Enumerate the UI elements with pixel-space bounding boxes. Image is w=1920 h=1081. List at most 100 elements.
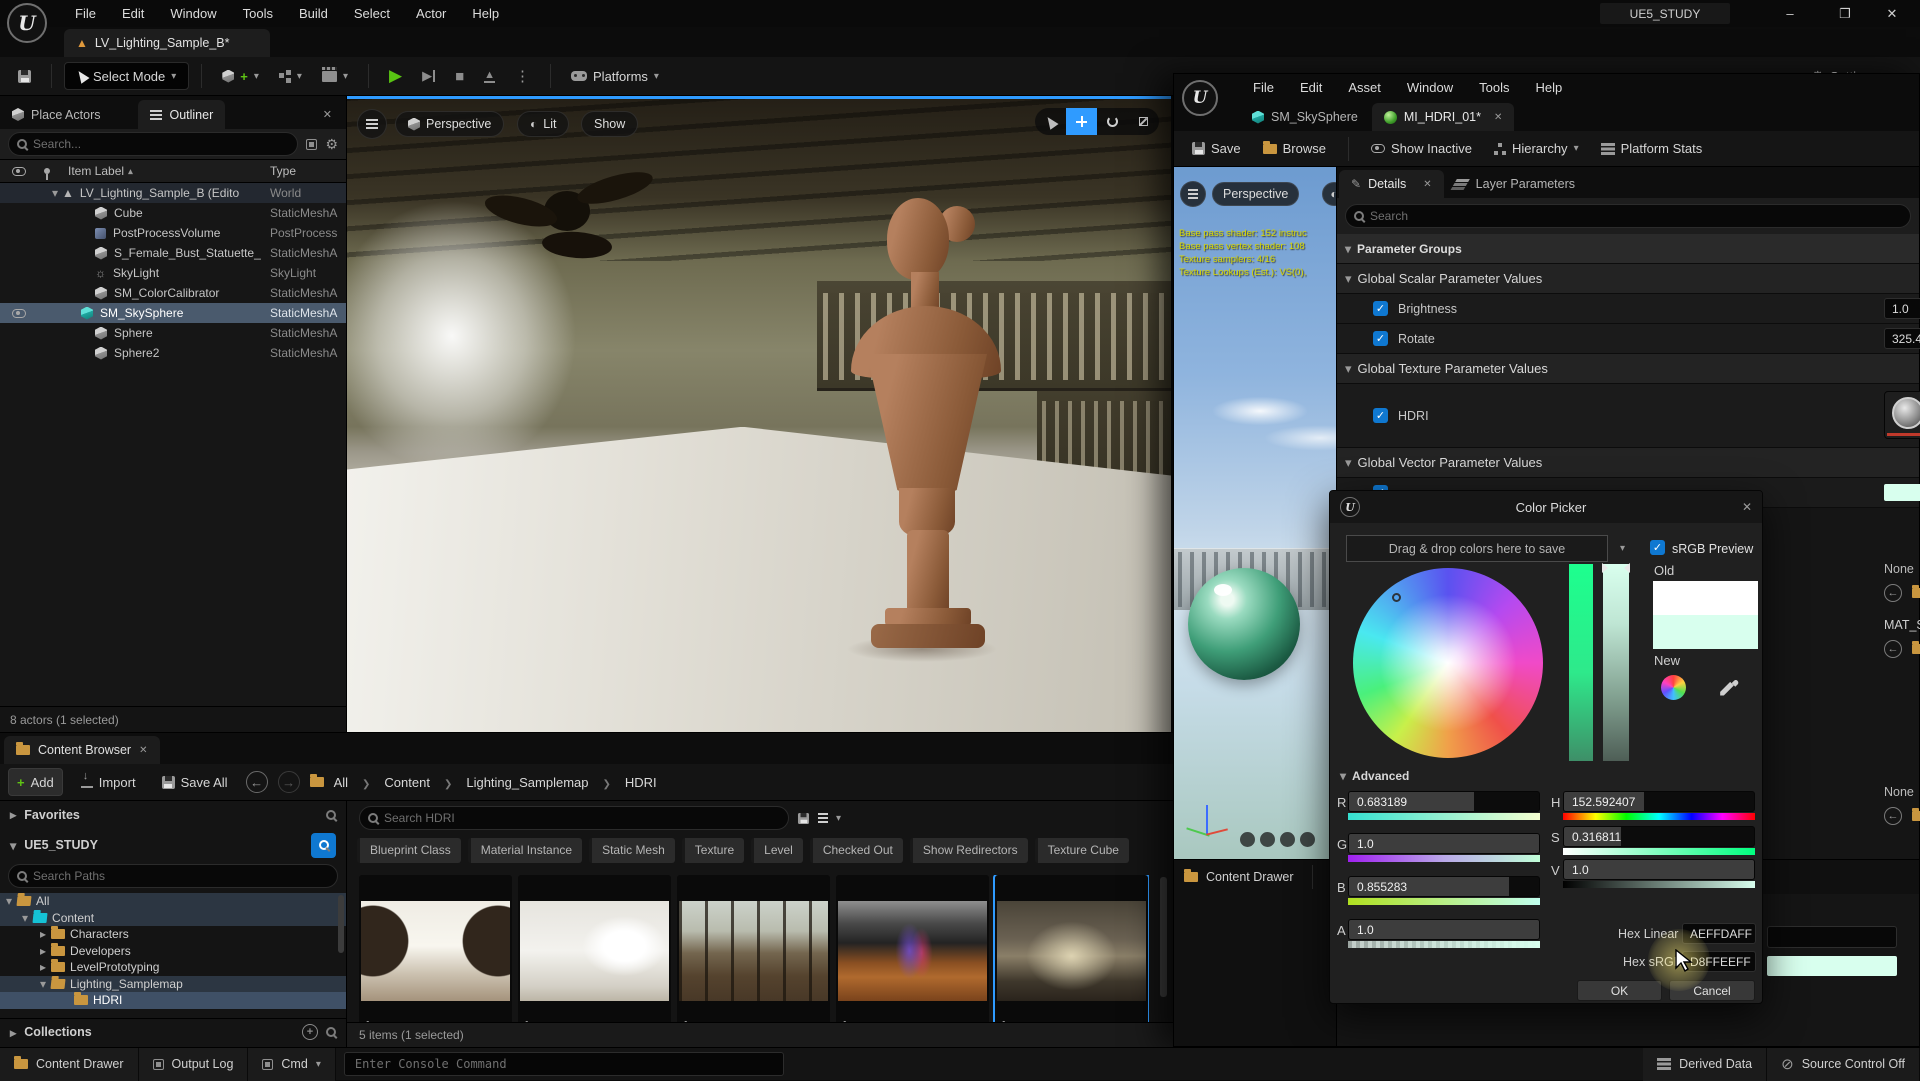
tree-item-hdri-selected[interactable]: HDRI [0,992,346,1009]
show-dropdown[interactable]: Show [581,111,638,137]
outliner-search-input[interactable] [8,132,298,156]
table-row-selected[interactable]: SM_SkySphere StaticMeshA [0,303,346,323]
column-item-label[interactable]: Item Label [68,164,124,178]
value-bar[interactable] [1603,564,1629,761]
section-global-texture[interactable]: Global Texture Parameter Values [1337,354,1919,384]
import-button[interactable]: Import [73,768,144,796]
tree-item-all[interactable]: All [0,893,346,910]
breadcrumb-samplemap[interactable]: Lighting_Samplemap [466,775,588,790]
preview-options-button[interactable] [1180,181,1206,207]
filter-texture-cube[interactable]: Texture Cube [1035,838,1129,863]
table-row[interactable]: PostProcessVolume PostProcess [0,223,346,243]
use-selected-icon[interactable] [1884,584,1902,602]
ok-button[interactable]: OK [1577,980,1662,1001]
color-wheel-selector[interactable] [1392,593,1401,602]
menu-file[interactable]: File [62,0,109,27]
play-button[interactable] [381,62,410,90]
v-value[interactable]: 1.0 [1572,863,1589,877]
path-folder-icon[interactable] [310,777,324,787]
platforms-dropdown[interactable]: Platforms [563,62,667,90]
breadcrumb-content[interactable]: Content [384,775,430,790]
browse-to-asset-icon[interactable] [1912,644,1920,654]
breadcrumb-all[interactable]: All [334,775,348,790]
asset-hdri-4[interactable] [836,875,989,1022]
menu-asset[interactable]: Asset [1335,74,1394,101]
r-value[interactable]: 0.683189 [1357,795,1407,809]
color-theme-drop-area[interactable]: Drag & drop colors here to save [1346,535,1608,562]
menu-window[interactable]: Window [1394,74,1466,101]
tree-item-lighting-samplemap[interactable]: Lighting_Samplemap [0,976,346,993]
save-search-icon[interactable] [798,812,809,823]
close-icon[interactable] [1423,179,1431,190]
unreal-logo-icon[interactable]: U [7,3,47,43]
preview-shape-button[interactable] [1240,832,1255,847]
outliner-settings-icon[interactable] [325,136,338,153]
filter-material-instance[interactable]: Material Instance [468,838,582,863]
frame-skip-button[interactable] [414,62,443,90]
blueprints-dropdown[interactable] [271,62,310,90]
preview-shape-button[interactable] [1280,832,1295,847]
forward-icon[interactable] [278,771,300,793]
source-control-button[interactable]: Source Control Off [1767,1048,1920,1081]
platform-stats-button[interactable]: Platform Stats [1593,135,1711,163]
g-value[interactable]: 1.0 [1357,837,1374,851]
menu-edit[interactable]: Edit [109,0,157,27]
preview-perspective-dropdown[interactable]: Perspective [1212,182,1299,206]
menu-build[interactable]: Build [286,0,341,27]
menu-tools[interactable]: Tools [230,0,286,27]
search-icon[interactable] [326,810,336,820]
add-actor-dropdown[interactable]: + [214,62,267,90]
tab-level[interactable]: LV_Lighting_Sample_B* [64,29,270,57]
chevron-down-icon[interactable] [836,813,841,824]
favorites-section[interactable]: Favorites [0,801,346,828]
preview-lit-button[interactable] [1322,182,1336,206]
texture-none-value[interactable]: None [1884,785,1920,799]
add-collection-icon[interactable]: + [302,1024,318,1040]
advanced-section-toggle[interactable]: Advanced [1340,769,1409,783]
menu-window[interactable]: Window [157,0,229,27]
restore-button[interactable]: ❐ [1825,0,1865,27]
color-grab-sphere-icon[interactable] [1661,675,1686,700]
filter-texture[interactable]: Texture [682,838,744,863]
eject-button[interactable] [476,62,503,90]
theme-chevron-icon[interactable] [1620,543,1625,554]
project-section[interactable]: UE5_STUDY [0,828,346,862]
cmd-dropdown[interactable]: Cmd [248,1048,335,1081]
filter-icon[interactable] [818,817,828,819]
s-value[interactable]: 0.316811 [1572,830,1621,844]
table-row[interactable]: SM_ColorCalibrator StaticMeshA [0,283,346,303]
browse-to-asset-icon[interactable] [1912,588,1920,598]
section-parameter-groups[interactable]: Parameter Groups [1337,234,1919,264]
rotate-value-field[interactable]: 325.440002 [1884,328,1920,349]
table-row[interactable]: Cube StaticMeshA [0,203,346,223]
breadcrumb-hdri[interactable]: HDRI [625,775,657,790]
filter-show-redirectors[interactable]: Show Redirectors [910,838,1028,863]
menu-edit[interactable]: Edit [1287,74,1335,101]
mat-content-drawer-button[interactable]: Content Drawer [1184,870,1294,884]
back-icon[interactable] [246,771,268,793]
search-icon[interactable] [326,1027,336,1037]
save-asset-button[interactable]: Save [1184,135,1249,163]
asset-hdri-3[interactable] [677,875,830,1022]
preview-shape-button[interactable] [1300,832,1315,847]
tree-item-content[interactable]: Content [0,910,346,927]
tab-layer-parameters[interactable]: Layer Parameters [1444,170,1587,198]
tab-content-browser[interactable]: Content Browser [4,736,160,764]
rotate-checkbox[interactable] [1373,331,1388,346]
viewport-options-button[interactable] [357,109,387,139]
texture-none-value[interactable]: None [1884,562,1914,576]
tree-item-developers[interactable]: Developers [0,943,346,960]
menu-select[interactable]: Select [341,0,403,27]
close-icon[interactable] [323,108,332,121]
search-paths-input[interactable] [8,864,338,888]
details-search-input[interactable] [1345,204,1911,228]
use-selected-icon[interactable] [1884,640,1902,658]
stop-button[interactable] [447,62,472,90]
browse-to-asset-icon[interactable] [1912,811,1920,821]
pin-column-icon[interactable] [44,168,50,174]
minimize-button[interactable]: – [1770,0,1810,27]
srgb-preview-checkbox[interactable] [1650,540,1665,555]
a-value[interactable]: 1.0 [1357,923,1374,937]
menu-file[interactable]: File [1240,74,1287,101]
value-handle-right[interactable] [1624,563,1630,573]
